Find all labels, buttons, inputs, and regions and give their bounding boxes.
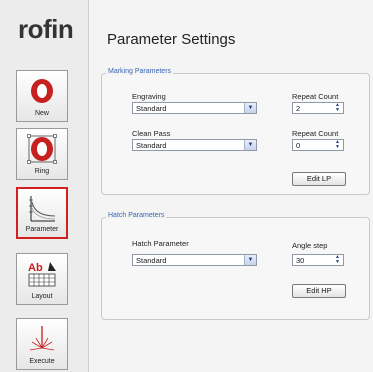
engraving-repeat-label: Repeat Count xyxy=(292,92,339,101)
angle-step-value: 30 xyxy=(296,256,305,265)
sidebar-item-label: Ring xyxy=(34,168,50,175)
group-legend: Hatch Parameters xyxy=(106,212,167,219)
hatch-parameter-value: Standard xyxy=(136,256,167,265)
layout-icon: Ab xyxy=(28,262,56,287)
angle-step-label: Angle step xyxy=(292,241,328,250)
sidebar: rofin New Ring Parameter Ab Layout Execu… xyxy=(0,0,89,372)
parameter-icon xyxy=(29,196,56,222)
new-icon xyxy=(31,79,53,103)
chevron-down-icon[interactable]: ▼ xyxy=(244,103,256,113)
execute-icon xyxy=(29,326,55,351)
clean-repeat-stepper[interactable]: 0 ▲ ▼ xyxy=(292,139,344,151)
page-title: Parameter Settings xyxy=(107,31,236,48)
sidebar-item-label: Layout xyxy=(31,293,53,300)
engraving-value: Standard xyxy=(136,104,167,113)
sidebar-item-execute[interactable]: Execute xyxy=(16,318,68,370)
clean-repeat-label: Repeat Count xyxy=(292,129,339,138)
ring-icon xyxy=(27,134,57,164)
sidebar-item-label: Parameter xyxy=(25,226,59,233)
angle-step-stepper[interactable]: 30 ▲ ▼ xyxy=(292,254,344,266)
sidebar-item-layout[interactable]: Ab Layout xyxy=(16,253,68,305)
edit-lp-button[interactable]: Edit LP xyxy=(292,172,346,186)
hatch-parameter-select[interactable]: Standard ▼ xyxy=(132,254,257,266)
clean-pass-select[interactable]: Standard ▼ xyxy=(132,139,257,151)
spin-arrows-icon[interactable]: ▲ ▼ xyxy=(333,103,342,113)
marking-parameters-group: Marking Parameters Engraving Standard ▼ … xyxy=(101,68,370,195)
sidebar-item-parameter[interactable]: Parameter xyxy=(16,187,68,239)
clean-repeat-value: 0 xyxy=(296,141,301,150)
spin-arrows-icon[interactable]: ▲ ▼ xyxy=(333,255,342,265)
svg-text:Ab: Ab xyxy=(28,262,43,274)
sidebar-item-label: Execute xyxy=(29,358,55,365)
engraving-select[interactable]: Standard ▼ xyxy=(132,102,257,114)
clean-pass-value: Standard xyxy=(136,141,167,150)
engraving-label: Engraving xyxy=(132,92,166,101)
edit-hp-button[interactable]: Edit HP xyxy=(292,284,346,298)
sidebar-item-label: New xyxy=(34,110,49,117)
engraving-repeat-value: 2 xyxy=(296,104,301,113)
chevron-down-icon[interactable]: ▼ xyxy=(244,140,256,150)
engraving-repeat-stepper[interactable]: 2 ▲ ▼ xyxy=(292,102,344,114)
spin-arrows-icon[interactable]: ▲ ▼ xyxy=(333,140,342,150)
rofin-logo: rofin xyxy=(18,14,74,44)
sidebar-item-ring[interactable]: Ring xyxy=(16,128,68,180)
sidebar-item-new[interactable]: New xyxy=(16,70,68,122)
group-legend: Marking Parameters xyxy=(106,68,174,75)
hatch-parameter-label: Hatch Parameter xyxy=(132,239,189,248)
clean-pass-label: Clean Pass xyxy=(132,129,171,138)
chevron-down-icon[interactable]: ▼ xyxy=(244,255,256,265)
hatch-parameters-group: Hatch Parameters Hatch Parameter Standar… xyxy=(101,212,370,320)
